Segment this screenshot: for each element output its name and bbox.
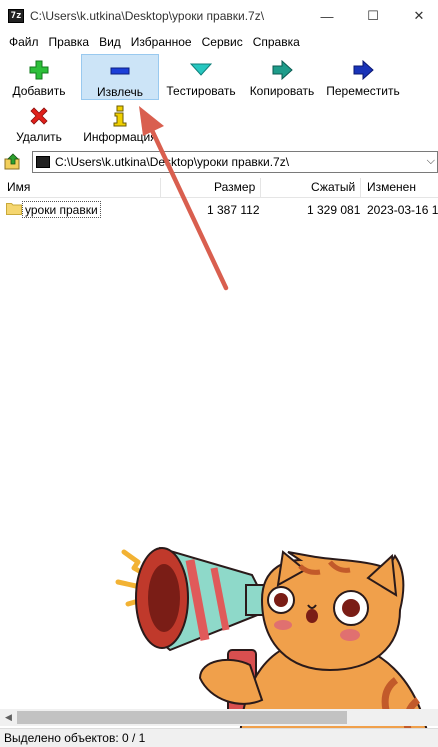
- window-title: C:\Users\k.utkina\Desktop\уроки правки.7…: [30, 9, 265, 23]
- move-arrow-icon: [352, 59, 374, 81]
- path-text: C:\Users\k.utkina\Desktop\уроки правки.7…: [55, 155, 290, 169]
- archive-icon: [36, 156, 50, 168]
- copy-button[interactable]: Копировать: [243, 54, 321, 100]
- status-bar: Выделено объектов: 0 / 1: [0, 728, 438, 747]
- move-button[interactable]: Переместить: [324, 54, 402, 100]
- menu-tools[interactable]: Сервис: [197, 35, 248, 49]
- menu-help[interactable]: Справка: [248, 35, 305, 49]
- copy-label: Копировать: [249, 84, 315, 98]
- menu-edit[interactable]: Правка: [44, 35, 95, 49]
- menu-bar: Файл Правка Вид Избранное Сервис Справка: [0, 32, 438, 52]
- column-separator[interactable]: [160, 178, 161, 198]
- extract-button[interactable]: Извлечь: [81, 54, 159, 100]
- minus-icon: [109, 60, 131, 82]
- horizontal-scrollbar[interactable]: ◀: [0, 709, 438, 726]
- add-label: Добавить: [12, 84, 66, 98]
- check-chevron-icon: [190, 59, 212, 81]
- column-modified[interactable]: Изменен: [367, 180, 416, 194]
- column-separator[interactable]: [360, 178, 361, 198]
- menu-view[interactable]: Вид: [94, 35, 126, 49]
- test-label: Тестировать: [166, 84, 236, 98]
- scroll-thumb[interactable]: [17, 711, 347, 724]
- path-field[interactable]: C:\Users\k.utkina\Desktop\уроки правки.7…: [32, 151, 438, 173]
- copy-arrow-icon: [271, 59, 293, 81]
- delete-label: Удалить: [16, 130, 62, 144]
- minimize-button[interactable]: —: [304, 0, 350, 32]
- column-header: Имя Размер Сжатый Изменен: [0, 178, 438, 198]
- address-bar: C:\Users\k.utkina\Desktop\уроки правки.7…: [0, 150, 438, 174]
- row-size: 1 387 112: [207, 203, 260, 217]
- column-name[interactable]: Имя: [7, 180, 30, 194]
- toolbar: Добавить Извлечь Тестировать Копировать …: [0, 52, 438, 148]
- row-packed: 1 329 081: [307, 203, 361, 217]
- scroll-left-icon[interactable]: ◀: [5, 712, 12, 723]
- info-button[interactable]: Информация: [81, 100, 159, 146]
- plus-icon: [28, 59, 50, 81]
- title-bar: 7z C:\Users\k.utkina\Desktop\уроки правк…: [0, 0, 438, 32]
- extract-label: Извлечь: [96, 85, 143, 99]
- column-packed[interactable]: Сжатый: [311, 180, 355, 194]
- move-label: Переместить: [326, 84, 400, 98]
- row-name: уроки правки: [22, 201, 101, 218]
- chevron-down-icon[interactable]: ⌵: [427, 155, 435, 168]
- test-button[interactable]: Тестировать: [162, 54, 240, 100]
- delete-button[interactable]: Удалить: [0, 100, 78, 146]
- delete-x-icon: [28, 105, 50, 127]
- maximize-button[interactable]: ☐: [350, 0, 396, 32]
- close-button[interactable]: ✕: [396, 0, 438, 32]
- folder-up-icon[interactable]: [4, 153, 22, 171]
- table-row[interactable]: уроки правки 1 387 112 1 329 081 2023-03…: [0, 200, 438, 220]
- column-size[interactable]: Размер: [214, 180, 255, 194]
- add-button[interactable]: Добавить: [0, 54, 78, 100]
- folder-icon: [6, 201, 22, 215]
- app-icon: 7z: [8, 9, 24, 23]
- info-icon: [109, 105, 131, 127]
- column-separator[interactable]: [260, 178, 261, 198]
- info-label: Информация: [83, 130, 157, 144]
- selection-status: Выделено объектов: 0 / 1: [4, 731, 146, 745]
- menu-favorites[interactable]: Избранное: [126, 35, 197, 49]
- row-modified: 2023-03-16 10: [367, 203, 438, 217]
- menu-file[interactable]: Файл: [4, 35, 44, 49]
